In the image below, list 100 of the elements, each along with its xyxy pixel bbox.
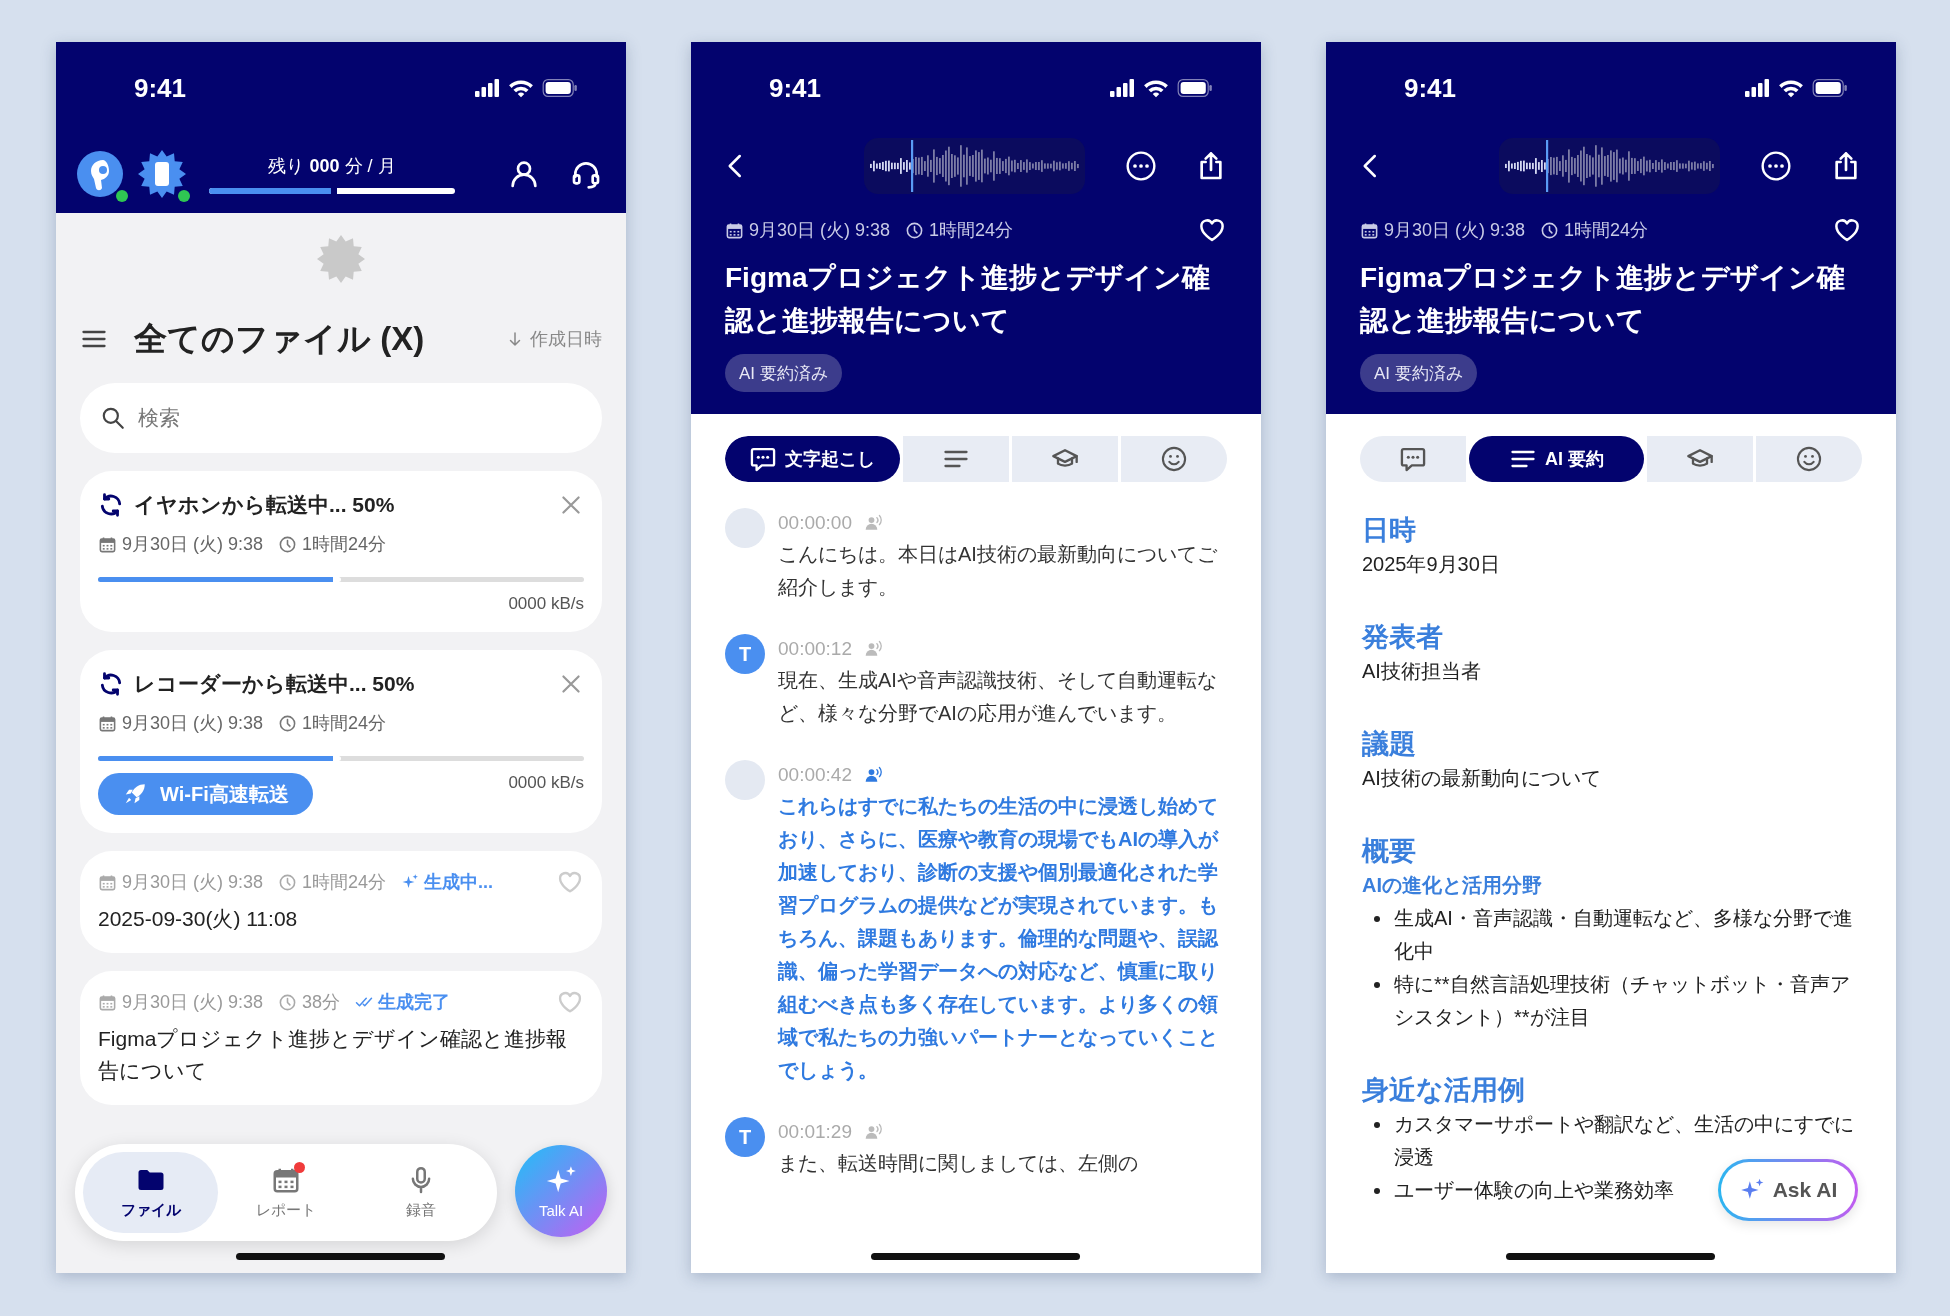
date-text: 9月30日 (火) 9:38 (1384, 219, 1526, 242)
section-heading: 議題 (1362, 728, 1417, 761)
wifi-icon (1143, 78, 1169, 98)
file-title: 2025-09-30(火) 11:08 (98, 906, 299, 932)
signal-icon (474, 78, 500, 98)
recorder-icon[interactable] (138, 149, 186, 198)
bullet-dot (1374, 1122, 1380, 1128)
clock-icon (278, 992, 298, 1012)
search-field[interactable]: 検索 (80, 383, 602, 453)
nav-tab[interactable]: レポート (218, 1152, 354, 1233)
tab[interactable] (1120, 436, 1227, 482)
recording-title: Figmaプロジェクト進捗とデザイン確認と進捗報告について (1360, 261, 1847, 338)
battery-icon (1177, 78, 1213, 98)
wifi-icon (508, 78, 534, 98)
sync-icon (98, 671, 124, 697)
calendar-icon (98, 992, 117, 1012)
more-icon[interactable] (1125, 150, 1157, 182)
file-card[interactable]: 9月30日 (火) 9:38 38分 生成完了 Figmaプロジェクト進捗とデザイン確認と進捗報告について (80, 971, 602, 1105)
tab[interactable] (1755, 436, 1862, 482)
talk-ai-button[interactable]: Talk AI (515, 1145, 607, 1237)
page-title: 全てのファイル (X) (134, 318, 426, 359)
section-heading: 発表者 (1362, 621, 1444, 654)
duration-text: 1時間24分 (929, 219, 1014, 242)
avatar-placeholder (725, 760, 765, 800)
duration-text: 38分 (302, 991, 341, 1014)
date-text: 9月30日 (火) 9:38 (122, 991, 264, 1014)
transfer-title: レコーダーから転送中... 50% (134, 671, 416, 697)
transfer-title: イヤホンから転送中... 50% (134, 492, 396, 518)
smile-icon (1794, 445, 1823, 473)
tab[interactable] (902, 436, 1009, 482)
sort-button[interactable]: 作成日時 (506, 327, 602, 351)
status-text: 生成完了 (378, 991, 451, 1014)
section-heading: 日時 (1362, 514, 1417, 547)
clock-icon (278, 534, 298, 554)
battery-icon (1812, 78, 1848, 98)
tab[interactable] (1360, 436, 1466, 482)
wifi-transfer-button[interactable]: Wi-Fi高速転送 (98, 773, 313, 815)
clock-icon (1540, 220, 1560, 240)
transcript-text: 現在、生成AIや音声認識技術、そして自動運転など、様々な分野でAIの応用が進んでいます。 (778, 668, 1218, 726)
tab[interactable] (1011, 436, 1118, 482)
smile-icon (1159, 445, 1188, 473)
clock-icon (278, 872, 298, 892)
waveform-drawing[interactable] (1499, 138, 1720, 194)
bullet-text: ユーザー体験の向上や業務効率 (1394, 1178, 1674, 1203)
file-title: Figmaプロジェクト進捗とデザイン確認と進捗報告について (98, 1026, 569, 1084)
bullet-dot (1374, 982, 1380, 988)
section-text: AI技術の最新動向について (1362, 766, 1602, 791)
avatar: T (725, 634, 765, 674)
calendar-icon (1360, 220, 1379, 240)
tab[interactable]: 文字起こし (725, 436, 900, 482)
tab[interactable] (1646, 436, 1753, 482)
section-subheading: AIの進化と活用分野 (1362, 873, 1543, 898)
more-icon[interactable] (1760, 150, 1792, 182)
waveform-drawing[interactable] (864, 138, 1085, 194)
status-tag: AI 要約済み (725, 354, 842, 392)
section-heading: 概要 (1362, 835, 1417, 868)
clock-icon (905, 220, 925, 240)
transcript-text: これらはすでに私たちの生活の中に浸透し始めており、さらに、医療や教育の現場でもAIの導入が加速しており、診断の支援や個別最適化された学習プログラムの提供などが実現されています。もちろん、課題もあります。倫理的な問題や、誤認識、偏った学習データへの対応など、慎重に取り組むべき点も多く存在しています。より多くの領域で私たちの力強いパートナーとなっていくことでしょう。 (778, 794, 1220, 1083)
calendar-icon (98, 872, 117, 892)
calendar-icon (98, 534, 117, 554)
duration-text: 1時間24分 (302, 712, 387, 735)
date-text: 9月30日 (火) 9:38 (122, 533, 264, 556)
signal-icon (1109, 78, 1135, 98)
quota-text: 残り 000 分 / 月 (268, 154, 396, 178)
duration-text: 1時間24分 (1564, 219, 1649, 242)
date-text: 9月30日 (火) 9:38 (122, 871, 264, 894)
transfer-speed: 0000 kB/s (508, 594, 584, 614)
date-text: 9月30日 (火) 9:38 (122, 712, 264, 735)
section-heading: 身近な活用例 (1362, 1074, 1526, 1107)
avatar: T (725, 1117, 765, 1157)
sparkle-icon (401, 873, 420, 891)
chat-icon (1399, 445, 1427, 473)
status-time: 9:41 (769, 72, 823, 104)
date-text: 9月30日 (火) 9:38 (749, 219, 891, 242)
duration-text: 1時間24分 (302, 533, 387, 556)
calendar-icon (98, 713, 117, 733)
bullet-text: 特に**自然言語処理技術（チャットボット・音声アシスタント）**が注目 (1394, 972, 1851, 1030)
tab[interactable]: AI 要約 (1469, 436, 1644, 482)
status-tag: AI 要約済み (1360, 354, 1477, 392)
status-time: 9:41 (134, 72, 188, 104)
file-card[interactable]: 9月30日 (火) 9:38 1時間24分 生成中... 2025-09-30(火) 11:08 (80, 851, 602, 953)
battery-icon (542, 78, 578, 98)
nav-tab[interactable]: 録音 (353, 1152, 489, 1233)
avatar-placeholder (725, 508, 765, 548)
bullet-text: 生成AI・音声認識・自動運転など、多様な分野で進化中 (1394, 906, 1854, 964)
chat-icon (749, 445, 778, 473)
nav-tab[interactable]: ファイル (83, 1152, 219, 1233)
loading-icon (317, 235, 365, 283)
signal-icon (1744, 78, 1770, 98)
clock-icon (278, 713, 298, 733)
bullet-dot (1374, 916, 1380, 922)
transcript-text: こんにちは。本日はAI技術の最新動向についてご紹介します。 (778, 542, 1218, 600)
status-time: 9:41 (1404, 72, 1458, 104)
earbud-icon[interactable] (76, 149, 124, 198)
search-icon (100, 405, 126, 431)
bullet-dot (1374, 1188, 1380, 1194)
status-text: 生成中... (424, 871, 494, 894)
section-text: 2025年9月30日 (1362, 552, 1501, 577)
section-text: AI技術担当者 (1362, 659, 1482, 684)
calendar-icon (725, 220, 744, 240)
